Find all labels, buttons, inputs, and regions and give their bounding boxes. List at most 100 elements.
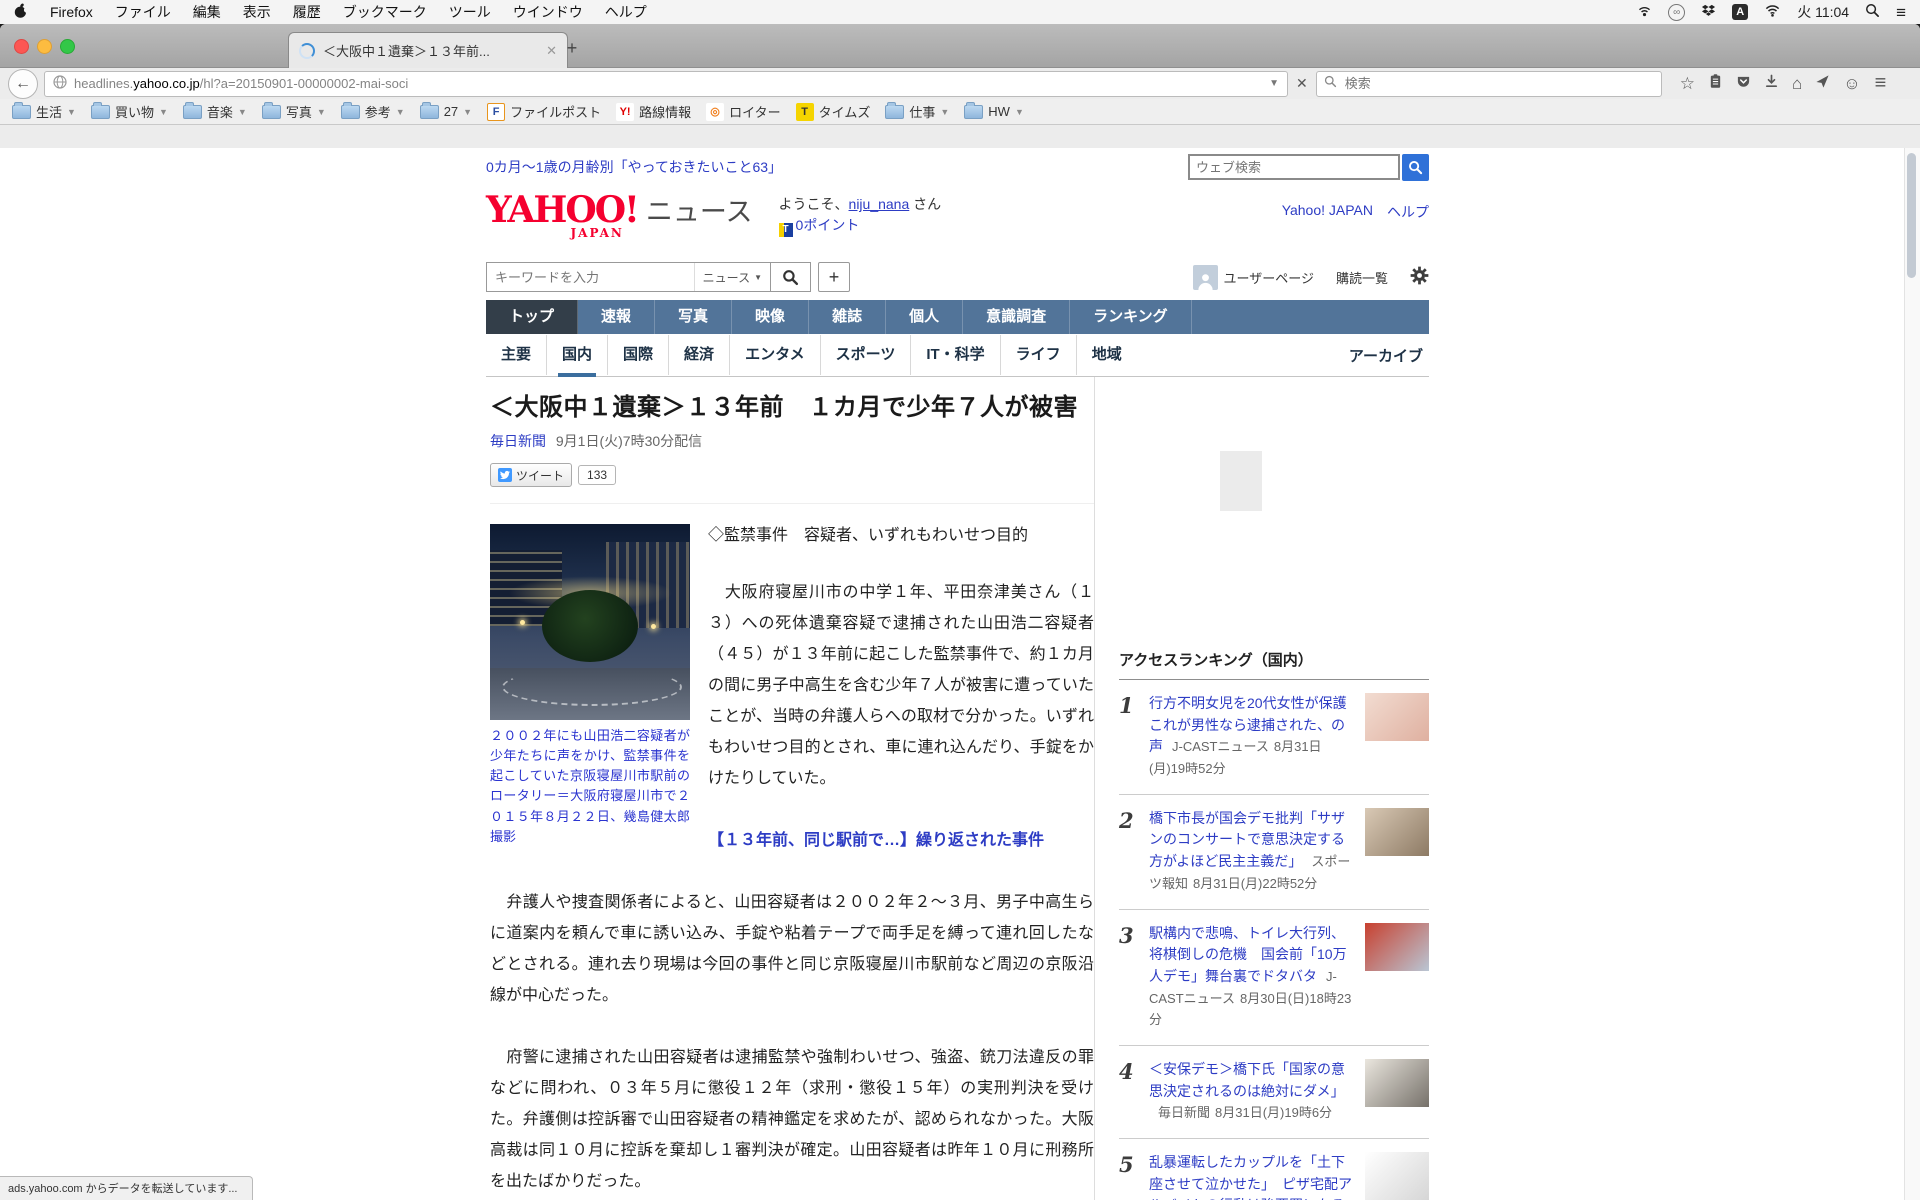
add-search-button[interactable]: + — [818, 262, 850, 292]
web-search-button[interactable] — [1402, 153, 1429, 181]
bookmark-item[interactable]: Y! 路線情報 ▼ — [616, 102, 691, 121]
help-link[interactable]: ヘルプ — [1387, 202, 1429, 222]
gear-icon[interactable] — [1410, 266, 1429, 288]
minimize-window-button[interactable] — [37, 39, 52, 54]
bookmark-item[interactable]: F ファイルポスト ▼ — [487, 102, 601, 121]
web-search-input[interactable] — [1188, 154, 1400, 180]
top-ad-link[interactable]: 0カ月～1歳の月齢別「やっておきたいこと63」 — [486, 157, 782, 177]
bookmark-star-icon[interactable]: ☆ — [1680, 75, 1695, 92]
back-button[interactable]: ← — [8, 68, 38, 99]
subnav-item[interactable]: スポーツ — [821, 335, 912, 375]
subnav-item[interactable]: 国際 — [608, 335, 670, 375]
pocket-icon[interactable] — [1736, 74, 1751, 94]
menubar-item[interactable]: ツール — [449, 2, 491, 22]
subnav-item[interactable]: IT・科学 — [911, 335, 1001, 375]
nav-tab[interactable]: ランキング — [1070, 300, 1192, 334]
ranking-thumbnail[interactable] — [1365, 693, 1429, 741]
subnav-item[interactable]: 地域 — [1077, 335, 1137, 375]
ranking-link[interactable]: 駅構内で悲鳴、トイレ大行列、将棋倒しの危機 国会前「10万人デモ」舞台裏でドタバ… — [1149, 925, 1347, 984]
wifi-icon[interactable] — [1764, 4, 1781, 20]
userpage-link[interactable]: ユーザーページ — [1192, 264, 1314, 290]
ranking-thumbnail[interactable] — [1365, 1058, 1429, 1107]
home-icon[interactable]: ⌂ — [1792, 75, 1802, 92]
menubar-item[interactable]: ファイル — [115, 2, 171, 22]
signal-icon[interactable] — [1637, 4, 1652, 20]
keyword-search-input[interactable] — [487, 269, 694, 285]
bookmark-item[interactable]: ◎ ロイター ▼ — [706, 102, 781, 121]
ranking-thumbnail[interactable] — [1365, 1152, 1429, 1200]
nav-tab[interactable]: 雑誌 — [809, 300, 887, 334]
nav-tab[interactable]: 速報 — [578, 300, 656, 334]
input-source-icon[interactable]: A — [1732, 4, 1749, 20]
bookmark-item[interactable]: 買い物 ▼ — [90, 101, 168, 121]
stop-button[interactable]: ✕ — [1294, 75, 1310, 92]
url-bar[interactable]: headlines.yahoo.co.jp/hl?a=20150901-0000… — [44, 70, 1288, 97]
close-window-button[interactable] — [14, 39, 29, 54]
subscriptions-link[interactable]: 購読一覧 — [1336, 268, 1388, 287]
apple-menu-icon[interactable] — [14, 3, 30, 22]
reading-list-icon[interactable] — [1708, 73, 1723, 94]
menubar-item[interactable]: ウインドウ — [513, 2, 583, 22]
share-icon[interactable] — [1815, 74, 1830, 94]
downloads-icon[interactable] — [1764, 74, 1779, 94]
hello-smiley-icon[interactable]: ☺ — [1843, 75, 1860, 92]
bookmark-item[interactable]: 生活 ▼ — [12, 101, 76, 121]
bookmark-label: 音楽 — [206, 105, 233, 120]
notification-center-icon[interactable]: ≡ — [1896, 4, 1906, 21]
browser-search-field[interactable] — [1315, 70, 1662, 97]
tweet-button[interactable]: ツイート — [490, 463, 573, 487]
nav-tab[interactable]: 写真 — [655, 300, 733, 334]
nav-tab[interactable]: 個人 — [886, 300, 964, 334]
search-scope-selector[interactable]: ニュース ▼ — [693, 263, 770, 291]
news-search-button[interactable] — [771, 262, 811, 292]
bookmark-item[interactable]: 写真 ▼ — [261, 101, 326, 121]
subnav-item[interactable]: ライフ — [1001, 335, 1077, 375]
bookmark-item[interactable]: 音楽 ▼ — [182, 101, 247, 121]
nav-tab[interactable]: 映像 — [732, 300, 810, 334]
archive-link[interactable]: アーカイブ — [1349, 345, 1429, 366]
tab-loading-spinner — [299, 42, 315, 59]
bookmark-item[interactable]: 仕事 ▼ — [885, 101, 949, 121]
source-link[interactable]: 毎日新聞 — [490, 433, 546, 449]
menubar-item[interactable]: Firefox — [50, 4, 93, 20]
bookmark-item[interactable]: HW ▼ — [964, 101, 1024, 119]
menubar-clock[interactable]: 火 11:04 — [1797, 2, 1849, 22]
new-tab-button[interactable]: + — [560, 38, 584, 59]
menubar-item[interactable]: ブックマーク — [343, 2, 427, 22]
creative-cloud-icon[interactable]: ∞ — [1668, 3, 1686, 21]
subnav-item[interactable]: 経済 — [669, 335, 731, 375]
browser-search-input[interactable] — [1342, 75, 1654, 92]
bookmark-item[interactable]: 参考 ▼ — [340, 101, 405, 121]
subnav-item[interactable]: 国内 — [547, 335, 609, 377]
dropbox-icon[interactable] — [1701, 4, 1716, 20]
subnav-item[interactable]: エンタメ — [730, 335, 821, 375]
points-link[interactable]: 0ポイント — [796, 217, 860, 233]
browser-tab[interactable]: ＜大阪中１遺棄＞１３年前... ✕ — [288, 32, 568, 68]
keyword-search-field[interactable]: ニュース▼ — [486, 262, 771, 292]
menu-hamburger-icon[interactable]: ≡ — [1875, 72, 1887, 95]
ranking-thumbnail[interactable] — [1365, 807, 1429, 856]
yahoo-japan-link[interactable]: Yahoo! JAPAN — [1282, 202, 1373, 222]
menubar-item[interactable]: 履歴 — [293, 2, 321, 22]
bookmark-item[interactable]: T タイムズ ▼ — [795, 102, 870, 121]
spotlight-icon[interactable] — [1865, 3, 1880, 21]
folder-icon — [12, 101, 31, 119]
article-photo[interactable] — [490, 524, 690, 720]
username-link[interactable]: niju_nana — [849, 196, 910, 212]
nav-tab[interactable]: トップ — [486, 300, 579, 334]
menubar-item[interactable]: 編集 — [193, 2, 221, 22]
ranking-thumbnail[interactable] — [1365, 922, 1429, 971]
zoom-window-button[interactable] — [60, 39, 75, 54]
yahoo-news-logo[interactable]: YAHOO! JAPAN ニュース — [486, 192, 753, 239]
bookmark-item[interactable]: 27 ▼ — [419, 101, 472, 119]
subnav-item[interactable]: 主要 — [486, 335, 548, 375]
url-dropdown-icon[interactable]: ▼ — [1269, 78, 1279, 89]
scrollbar-thumb[interactable] — [1907, 153, 1916, 278]
ranking-link[interactable]: ＜安保デモ＞橋下氏「国家の意思決定されるのは絶対にダメ」 — [1149, 1061, 1345, 1099]
ranking-link[interactable]: 乱暴運転したカップルを「土下座させて泣かせた」 ピザ宅配アルバイトの行動は強要罪… — [1149, 1154, 1352, 1200]
nav-tab[interactable]: 意識調査 — [963, 300, 1071, 334]
menubar-item[interactable]: 表示 — [243, 2, 271, 22]
tab-close-icon[interactable]: ✕ — [546, 43, 557, 59]
menubar-item[interactable]: ヘルプ — [605, 2, 647, 22]
page-scrollbar[interactable] — [1904, 148, 1920, 1200]
